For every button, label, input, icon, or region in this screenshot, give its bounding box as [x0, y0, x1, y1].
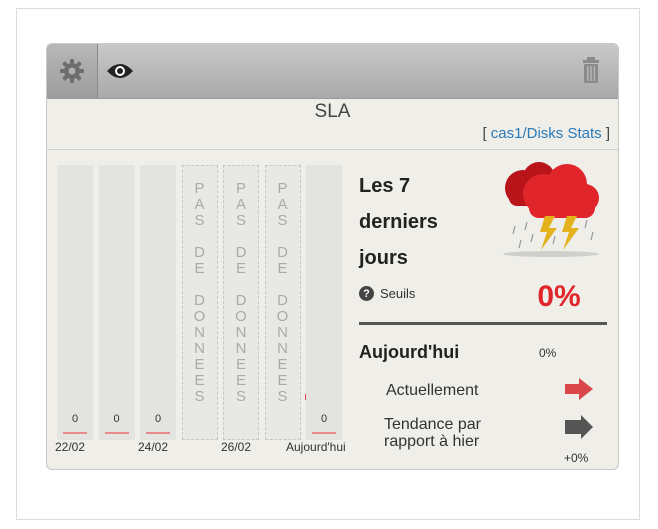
link-bracket-close: ]	[601, 125, 610, 142]
x-tick-label: 24/02	[138, 440, 169, 454]
bar-value-label: 0	[113, 413, 120, 425]
period-label-line2: derniers	[359, 211, 438, 233]
bar-value-label: 0	[154, 413, 162, 425]
history-bar-chart: 0 0 0 P A S D E D O N N E E S P A S D E D O …	[47, 150, 347, 469]
summary-divider	[359, 322, 607, 325]
history-bar[interactable]	[140, 165, 176, 440]
bar-value-line	[63, 432, 87, 434]
link-bracket-open: [	[482, 125, 491, 142]
x-tick-label: 22/02	[55, 440, 86, 454]
gear-icon	[60, 59, 84, 83]
period-label-line1: Les 7	[359, 175, 411, 197]
bar-value-line	[104, 432, 129, 434]
delete-button[interactable]	[582, 56, 604, 86]
help-icon: ?	[359, 286, 374, 301]
eye-icon	[107, 64, 133, 78]
no-data-bar[interactable]: P A S D E D O N N E E S	[181, 165, 218, 440]
trend-arrow-icon	[565, 415, 593, 439]
history-bar[interactable]	[306, 165, 342, 440]
bar-value-line	[312, 432, 336, 434]
trend-label-line2: rapport à hier	[384, 433, 480, 450]
sla-widget: SLA [ cas1/Disks Stats ] 0 0 0 P A S D E D …	[46, 43, 619, 470]
no-data-bar[interactable]: P A S D E D O N N E E S	[264, 165, 301, 440]
no-data-label: P A S D E D O N N E E S	[276, 180, 289, 405]
history-bar[interactable]	[98, 165, 135, 440]
current-label: Actuellement	[386, 382, 479, 399]
today-sla-value: 0%	[539, 346, 557, 360]
no-data-label: P A S D E D O N N E E S	[235, 180, 247, 405]
trend-label: Tendance par rapport à hier	[384, 416, 481, 450]
current-arrow-icon	[565, 378, 593, 400]
settings-button[interactable]	[47, 44, 98, 98]
no-data-label: P A S D E D O N N E E S	[193, 180, 206, 405]
period-label: Les 7 derniers jours	[359, 168, 438, 276]
storm-cloud-icon	[503, 162, 599, 257]
no-data-bar[interactable]: P A S D E D O N N E E S	[223, 165, 259, 440]
widget-title: SLA	[314, 101, 351, 122]
period-sla-value: 0%	[537, 280, 581, 313]
trend-label-line1: Tendance par	[384, 416, 481, 433]
source-link[interactable]: cas1/Disks Stats	[491, 125, 602, 142]
x-tick-label: Aujourd'hui	[286, 440, 346, 454]
trend-value: +0%	[564, 451, 589, 465]
trash-icon	[583, 57, 599, 83]
bar-value-label: 0	[320, 413, 328, 425]
widget-toolbar	[47, 44, 618, 99]
x-tick-label: 26/02	[221, 440, 252, 454]
thresholds-help[interactable]: ? Seuils	[359, 286, 415, 301]
thresholds-label: Seuils	[380, 286, 416, 301]
bar-value-label: 0	[71, 413, 79, 425]
widget-header: SLA [ cas1/Disks Stats ]	[47, 99, 618, 150]
bar-value-line	[146, 432, 170, 434]
today-label: Aujourd'hui	[359, 342, 460, 362]
history-bar[interactable]	[57, 165, 93, 440]
period-label-line3: jours	[359, 247, 408, 269]
source-link-wrapper: [ cas1/Disks Stats ]	[482, 125, 610, 142]
summary-panel: Les 7 derniers jours ? Seuils 0% Aujourd…	[359, 150, 618, 469]
view-button[interactable]	[103, 56, 137, 86]
